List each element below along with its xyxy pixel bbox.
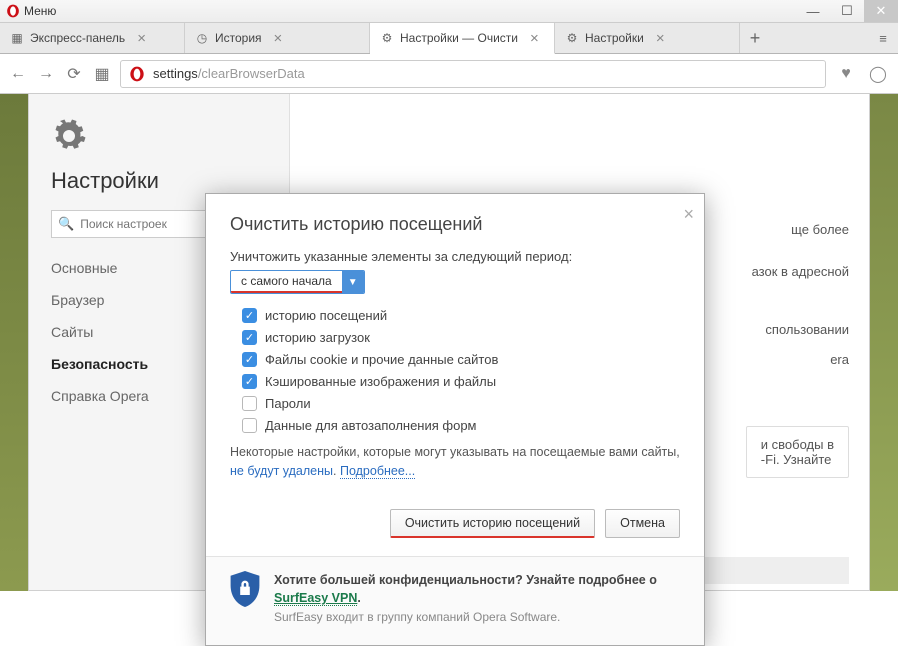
window-controls: — ☐ ✕ bbox=[796, 0, 898, 22]
tab-settings-clear[interactable]: ⚙ Настройки — Очисти × bbox=[370, 23, 555, 54]
opera-logo-icon bbox=[129, 66, 145, 82]
checkbox-label: Файлы cookie и прочие данные сайтов bbox=[265, 352, 498, 367]
note-link-not-deleted[interactable]: не будут удалены bbox=[230, 464, 333, 478]
tab-close-icon[interactable]: × bbox=[656, 31, 665, 46]
shield-icon bbox=[230, 571, 260, 607]
tab-close-icon[interactable]: × bbox=[274, 31, 283, 46]
menu-label[interactable]: Меню bbox=[24, 4, 56, 18]
minimize-button[interactable]: — bbox=[796, 0, 830, 22]
checkbox-icon: ✓ bbox=[242, 308, 257, 323]
tab-label: Настройки bbox=[585, 31, 644, 45]
back-button[interactable]: ← bbox=[8, 65, 28, 83]
vpn-text: Хотите большей конфиденциальности? Узнай… bbox=[274, 571, 680, 627]
checkbox-download-history[interactable]: ✓ историю загрузок bbox=[242, 330, 680, 345]
checkbox-label: историю загрузок bbox=[265, 330, 370, 345]
surfeasy-link[interactable]: SurfEasy VPN bbox=[274, 591, 357, 606]
chevron-down-icon: ▼ bbox=[342, 271, 364, 293]
time-range-select[interactable]: с самого начала ▼ bbox=[230, 270, 365, 294]
speed-dial-button[interactable]: ▦ bbox=[92, 64, 112, 84]
forward-button[interactable]: → bbox=[36, 65, 56, 83]
gear-icon: ⚙ bbox=[380, 31, 394, 45]
tab-label: Настройки — Очисти bbox=[400, 31, 518, 45]
toolbar: ← → ⟳ ▦ settings/clearBrowserData ♥ ◯ bbox=[0, 54, 898, 94]
checkbox-browsing-history[interactable]: ✓ историю посещений bbox=[242, 308, 680, 323]
bookmark-heart-button[interactable]: ♥ bbox=[834, 65, 858, 83]
tab-menu-button[interactable]: ≡ bbox=[868, 23, 898, 53]
dialog-title: Очистить историю посещений bbox=[206, 194, 704, 249]
checkbox-autofill[interactable]: Данные для автозаполнения форм bbox=[242, 418, 680, 433]
checkbox-label: Кэшированные изображения и файлы bbox=[265, 374, 496, 389]
close-button[interactable]: ✕ bbox=[864, 0, 898, 22]
checkbox-cached-images[interactable]: ✓ Кэшированные изображения и файлы bbox=[242, 374, 680, 389]
cancel-button[interactable]: Отмена bbox=[605, 509, 680, 538]
tab-history[interactable]: ◷ История × bbox=[185, 23, 370, 53]
note-text: Некоторые настройки, которые могут указы… bbox=[230, 445, 680, 459]
grid-icon: ▦ bbox=[10, 31, 24, 45]
dialog-buttons: Очистить историю посещений Отмена bbox=[206, 495, 704, 556]
checkbox-label: Данные для автозаполнения форм bbox=[265, 418, 477, 433]
tab-speed-dial[interactable]: ▦ Экспресс-панель × bbox=[0, 23, 185, 53]
checkbox-icon bbox=[242, 396, 257, 411]
content-area: Настройки 🔍 Основные Браузер Сайты Безоп… bbox=[0, 94, 898, 591]
learn-more-link[interactable]: Подробнее... bbox=[340, 464, 415, 479]
opera-logo-icon bbox=[6, 4, 20, 18]
dialog-body: Уничтожить указанные элементы за следующ… bbox=[206, 249, 704, 495]
address-field[interactable]: settings/clearBrowserData bbox=[120, 60, 826, 88]
vpn-question: Хотите большей конфиденциальности? Узнай… bbox=[274, 573, 657, 587]
note-text: . bbox=[333, 464, 340, 478]
tab-close-icon[interactable]: × bbox=[137, 31, 146, 46]
checkbox-icon: ✓ bbox=[242, 374, 257, 389]
tab-label: История bbox=[215, 31, 262, 45]
profile-button[interactable]: ◯ bbox=[866, 64, 890, 84]
tab-label: Экспресс-панель bbox=[30, 31, 125, 45]
checkbox-cookies[interactable]: ✓ Файлы cookie и прочие данные сайтов bbox=[242, 352, 680, 367]
clear-browsing-data-dialog: × Очистить историю посещений Уничтожить … bbox=[205, 193, 705, 646]
checkbox-icon: ✓ bbox=[242, 352, 257, 367]
select-value: с самого начала bbox=[231, 271, 342, 293]
vpn-promo: Хотите большей конфиденциальности? Узнай… bbox=[206, 556, 704, 645]
tab-close-icon[interactable]: × bbox=[530, 31, 539, 46]
clear-data-button[interactable]: Очистить историю посещений bbox=[390, 509, 595, 538]
clock-icon: ◷ bbox=[195, 31, 209, 45]
checkbox-passwords[interactable]: Пароли bbox=[242, 396, 680, 411]
checkbox-icon: ✓ bbox=[242, 330, 257, 345]
time-range-label: Уничтожить указанные элементы за следующ… bbox=[230, 249, 680, 264]
dialog-close-button[interactable]: × bbox=[683, 204, 694, 225]
reload-button[interactable]: ⟳ bbox=[64, 64, 84, 84]
checkbox-icon bbox=[242, 418, 257, 433]
window-titlebar: Меню — ☐ ✕ bbox=[0, 0, 898, 23]
gear-icon: ⚙ bbox=[565, 31, 579, 45]
tab-strip: ▦ Экспресс-панель × ◷ История × ⚙ Настро… bbox=[0, 23, 898, 54]
url-text: settings/clearBrowserData bbox=[153, 66, 817, 81]
modal-overlay: × Очистить историю посещений Уничтожить … bbox=[0, 94, 898, 591]
tab-settings[interactable]: ⚙ Настройки × bbox=[555, 23, 740, 53]
dialog-note: Некоторые настройки, которые могут указы… bbox=[230, 443, 680, 481]
checkbox-label: Пароли bbox=[265, 396, 311, 411]
new-tab-button[interactable]: + bbox=[740, 23, 770, 53]
maximize-button[interactable]: ☐ bbox=[830, 0, 864, 22]
checkbox-label: историю посещений bbox=[265, 308, 387, 323]
vpn-subtext: SurfEasy входит в группу компаний Opera … bbox=[274, 610, 560, 624]
checkbox-list: ✓ историю посещений ✓ историю загрузок ✓ Фа… bbox=[242, 308, 680, 433]
